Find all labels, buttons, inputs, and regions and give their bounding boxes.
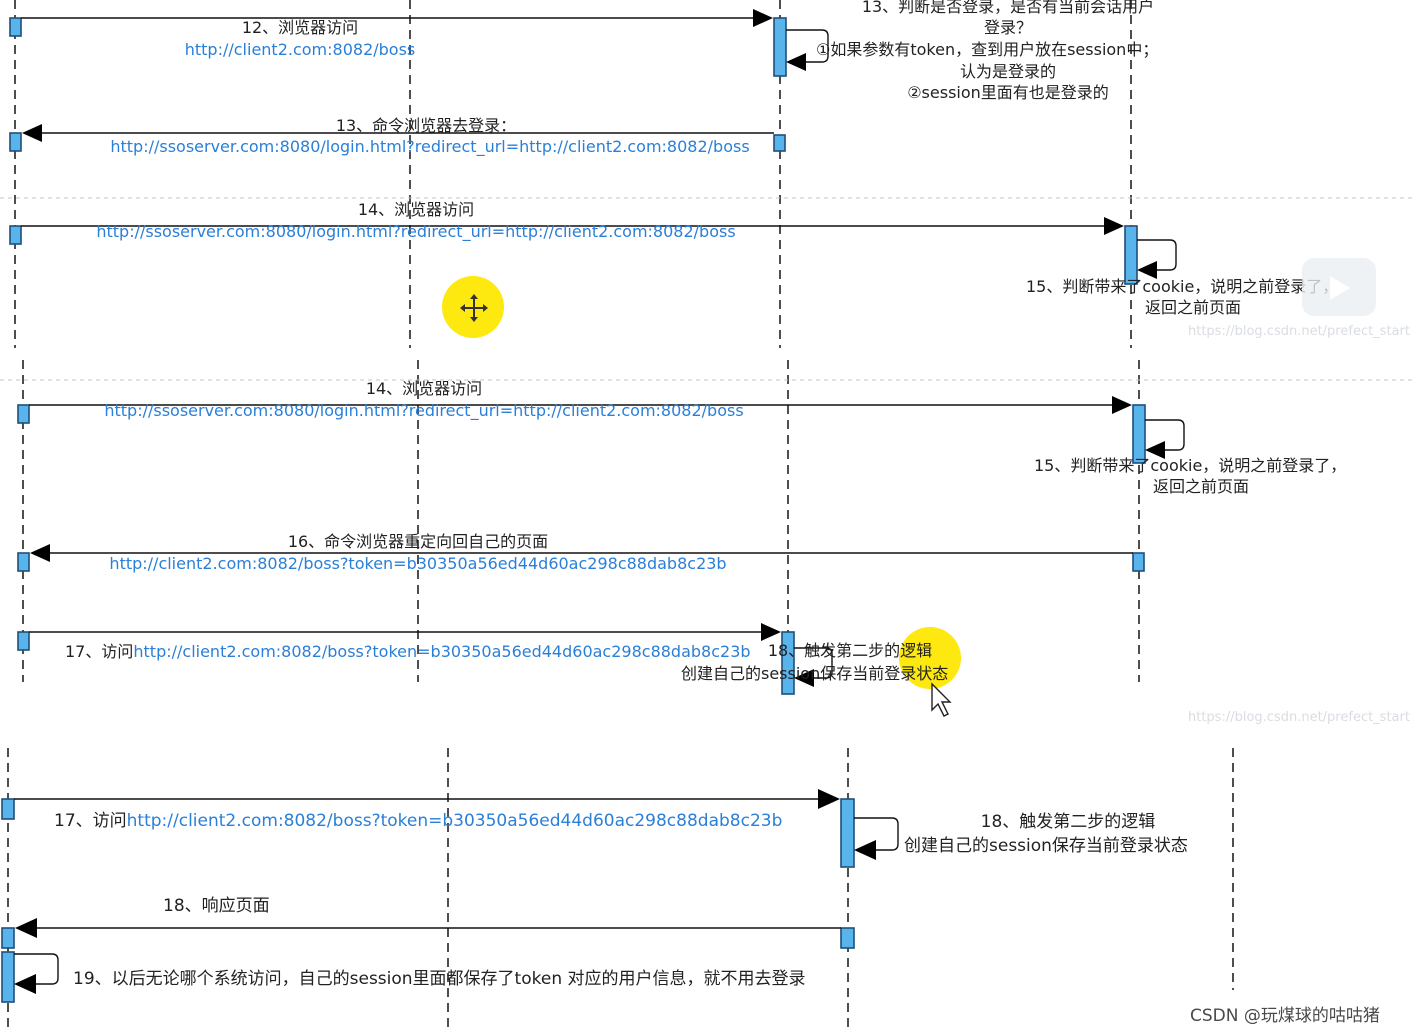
move-arrows-icon (460, 294, 488, 322)
activation-box (840, 927, 855, 949)
play-icon (1302, 258, 1376, 316)
arrow-head (818, 789, 840, 809)
diagram-panel-2: 14、浏览器访问 http://ssoserver.com:8080/login… (0, 360, 1416, 730)
diagram-panel-3: 17、访问http://client2.com:8082/boss?token=… (0, 740, 1416, 1032)
watermark-url: https://blog.csdn.net/prefect_start (1188, 324, 1410, 339)
diagram-panel-1: 12、浏览器访问 http://client2.com:8082/boss 13… (0, 0, 1416, 348)
message-17-url: http://client2.com:8082/boss?token=b3035… (126, 811, 783, 831)
footer-credit: CSDN @玩煤球的咕咕猪 (1190, 1006, 1380, 1026)
watermark-url: https://blog.csdn.net/prefect_start (1188, 710, 1410, 725)
message-17-label: 17、访问http://client2.com:8082/boss?token=… (54, 811, 782, 831)
message-17-prefix: 17、访问 (54, 811, 127, 831)
message-18-response-title: 18、响应页面 (163, 896, 270, 916)
mouse-pointer-icon (931, 682, 952, 717)
arrow-head (14, 974, 36, 994)
activation-box (1, 951, 15, 1003)
activation-box (1, 927, 15, 949)
arrow-head (15, 918, 37, 938)
activation-box (1, 798, 15, 820)
activation-box (840, 798, 855, 868)
arrow-head (854, 840, 876, 860)
note-18-line-2: 创建自己的session保存当前登录状态 (904, 836, 1188, 856)
message-19-text: 19、以后无论哪个系统访问，自己的session里面都保存了token 对应的用… (73, 969, 806, 989)
note-18-line-1: 18、触发第二步的逻辑 (980, 812, 1156, 832)
